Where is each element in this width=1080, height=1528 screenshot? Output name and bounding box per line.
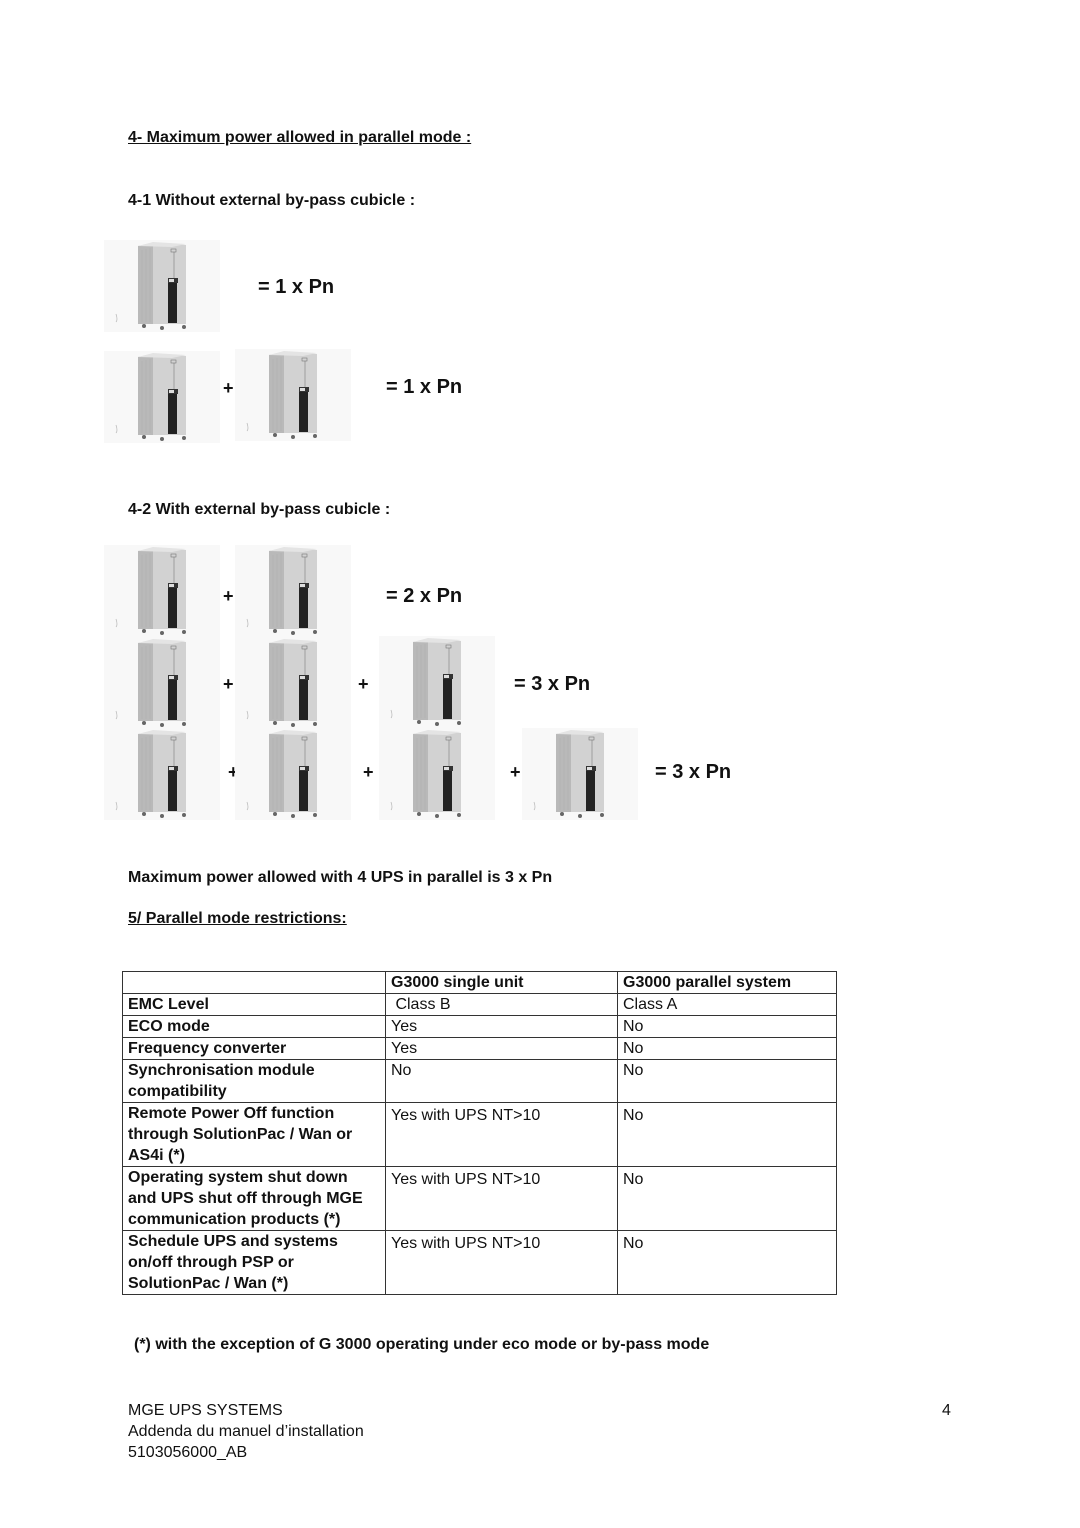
footer-doc-title: Addenda du manuel d’installation	[128, 1423, 364, 1440]
page-footer: MGE UPS SYSTEMS Addenda du manuel d’inst…	[128, 1400, 364, 1463]
table-header-row: G3000 single unit G3000 parallel system	[122, 971, 837, 994]
ups-cabinet-image	[235, 728, 351, 820]
header-cell: G3000 parallel system	[617, 971, 837, 994]
feature-cell: EMC Level	[122, 993, 386, 1016]
restrictions-table: G3000 single unit G3000 parallel system …	[122, 971, 837, 1295]
power-result: = 3 x Pn	[514, 673, 591, 695]
single-unit-cell: No	[385, 1059, 618, 1103]
table-row: Synchronisation module compatibility No …	[122, 1059, 837, 1103]
single-unit-cell: Class B	[385, 993, 618, 1016]
parallel-system-cell: No	[617, 1037, 837, 1060]
table-row: Schedule UPS and systems on/off through …	[122, 1230, 837, 1295]
feature-cell: ECO mode	[122, 1015, 386, 1038]
header-cell	[122, 971, 386, 994]
subsection-4-2-title: 4-2 With external by-pass cubicle :	[128, 501, 391, 518]
parallel-system-cell: No	[617, 1166, 837, 1231]
power-result: = 3 x Pn	[655, 761, 732, 783]
parallel-system-cell: No	[617, 1230, 837, 1295]
ups-cabinet-image	[104, 637, 220, 729]
feature-cell: Operating system shut down and UPS shut …	[122, 1166, 386, 1231]
power-result: = 1 x Pn	[386, 376, 463, 398]
single-unit-cell: Yes with UPS NT>10	[385, 1102, 618, 1167]
plus-sign: +	[223, 586, 234, 606]
single-unit-cell: Yes with UPS NT>10	[385, 1166, 618, 1231]
ups-cabinet-image	[104, 240, 220, 332]
page-number: 4	[942, 1402, 951, 1419]
ups-cabinet-image	[235, 349, 351, 441]
subsection-4-1-title: 4-1 Without external by-pass cubicle :	[128, 192, 416, 209]
table-row: Frequency converter Yes No	[122, 1037, 837, 1060]
feature-cell: Schedule UPS and systems on/off through …	[122, 1230, 386, 1295]
plus-sign: +	[510, 762, 521, 782]
table-footnote: (*) with the exception of G 3000 operati…	[134, 1336, 710, 1353]
header-cell: G3000 single unit	[385, 971, 618, 994]
ups-cabinet-image	[235, 637, 351, 729]
plus-sign: +	[223, 378, 234, 398]
table-row: ECO mode Yes No	[122, 1015, 837, 1038]
footer-company: MGE UPS SYSTEMS	[128, 1402, 283, 1419]
ups-cabinet-image	[379, 728, 495, 820]
table-row: Operating system shut down and UPS shut …	[122, 1166, 837, 1231]
power-result: = 1 x Pn	[258, 276, 335, 298]
section-5-title: 5/ Parallel mode restrictions:	[128, 910, 347, 927]
footer-doc-ref: 5103056000_AB	[128, 1444, 248, 1461]
feature-cell: Frequency converter	[122, 1037, 386, 1060]
ups-cabinet-image	[104, 351, 220, 443]
ups-cabinet-image	[522, 728, 638, 820]
ups-cabinet-image	[379, 636, 495, 728]
max-power-conclusion: Maximum power allowed with 4 UPS in para…	[128, 869, 553, 886]
ups-cabinet-image	[104, 545, 220, 637]
plus-sign: +	[363, 762, 374, 782]
plus-sign: +	[358, 674, 369, 694]
single-unit-cell: Yes	[385, 1015, 618, 1038]
feature-cell: Synchronisation module compatibility	[122, 1059, 386, 1103]
ups-cabinet-image	[104, 728, 220, 820]
single-unit-cell: Yes with UPS NT>10	[385, 1230, 618, 1295]
table-row: Remote Power Off function through Soluti…	[122, 1102, 837, 1167]
section-4-title: 4- Maximum power allowed in parallel mod…	[128, 129, 472, 146]
table-row: EMC Level Class B Class A	[122, 993, 837, 1016]
ups-cabinet-image	[235, 545, 351, 637]
feature-cell: Remote Power Off function through Soluti…	[122, 1102, 386, 1167]
parallel-system-cell: Class A	[617, 993, 837, 1016]
parallel-system-cell: No	[617, 1102, 837, 1167]
power-result: = 2 x Pn	[386, 585, 463, 607]
single-unit-cell: Yes	[385, 1037, 618, 1060]
parallel-system-cell: No	[617, 1015, 837, 1038]
parallel-system-cell: No	[617, 1059, 837, 1103]
plus-sign: +	[223, 674, 234, 694]
